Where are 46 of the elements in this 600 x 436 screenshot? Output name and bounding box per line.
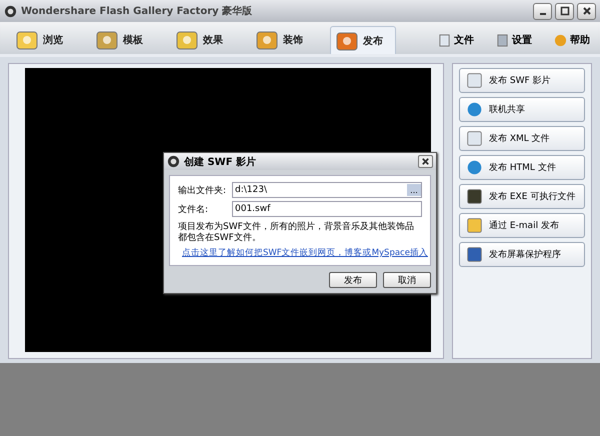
- maximize-icon: [560, 6, 570, 16]
- field-label: 输出文件夹:: [178, 184, 228, 196]
- option-icon: [466, 159, 483, 176]
- input-field[interactable]: 001.swf: [232, 201, 422, 217]
- menu-button[interactable]: 文件: [434, 26, 478, 54]
- tab[interactable]: 浏览: [10, 26, 76, 54]
- option-icon: [466, 101, 483, 118]
- minimize-icon: [540, 13, 546, 15]
- option-icon: [466, 72, 483, 89]
- publish-option-button[interactable]: 发布屏幕保护程序: [459, 242, 585, 267]
- dialog-title: 创建 SWF 影片: [184, 156, 258, 168]
- publish-option-button[interactable]: 发布 SWF 影片: [459, 68, 585, 93]
- browse-button[interactable]: ...: [407, 184, 421, 196]
- close-button[interactable]: [577, 2, 596, 20]
- minimize-button[interactable]: [533, 2, 552, 20]
- close-icon: [582, 6, 592, 16]
- publish-option-button[interactable]: 发布 XML 文件: [459, 126, 585, 151]
- tab[interactable]: 模板: [90, 26, 156, 54]
- menu-button[interactable]: 设置: [492, 26, 536, 54]
- menu-icon: [496, 34, 509, 46]
- dialog-button[interactable]: 发布: [329, 272, 377, 288]
- input-field[interactable]: d:\123\ ...: [232, 182, 422, 198]
- description-text: 项目发布为SWF文件，所有的照片，背景音乐及其他装饰品都包含在SWF文件。: [178, 222, 415, 244]
- publish-option-button[interactable]: 通过 E-mail 发布: [459, 213, 585, 238]
- option-icon: [466, 217, 483, 234]
- app-logo-icon: [167, 155, 180, 168]
- field-label: 文件名:: [178, 204, 210, 216]
- dialog-button[interactable]: 取消: [383, 272, 431, 288]
- menu-icon: [438, 34, 451, 46]
- maximize-button[interactable]: [555, 2, 574, 20]
- menu-icon: [554, 34, 567, 46]
- publish-option-button[interactable]: 发布 EXE 可执行文件: [459, 184, 585, 209]
- option-icon: [466, 188, 483, 205]
- menu-button[interactable]: 帮助: [550, 26, 594, 54]
- option-icon: [466, 130, 483, 147]
- close-button[interactable]: [418, 155, 433, 168]
- publish-option-button[interactable]: 联机共享: [459, 97, 585, 122]
- window-title: Wondershare Flash Gallery Factory 豪华版: [21, 4, 254, 18]
- help-link[interactable]: 点击这里了解如何把SWF文件嵌到网页，博客或MySpace插入: [182, 247, 428, 259]
- close-icon: [421, 157, 430, 166]
- option-icon: [466, 246, 483, 263]
- publish-option-button[interactable]: 发布 HTML 文件: [459, 155, 585, 180]
- tab[interactable]: 效果: [170, 26, 236, 54]
- tab[interactable]: 发布: [330, 26, 396, 54]
- tab[interactable]: 装饰: [250, 26, 316, 54]
- app-logo-icon: [4, 4, 17, 18]
